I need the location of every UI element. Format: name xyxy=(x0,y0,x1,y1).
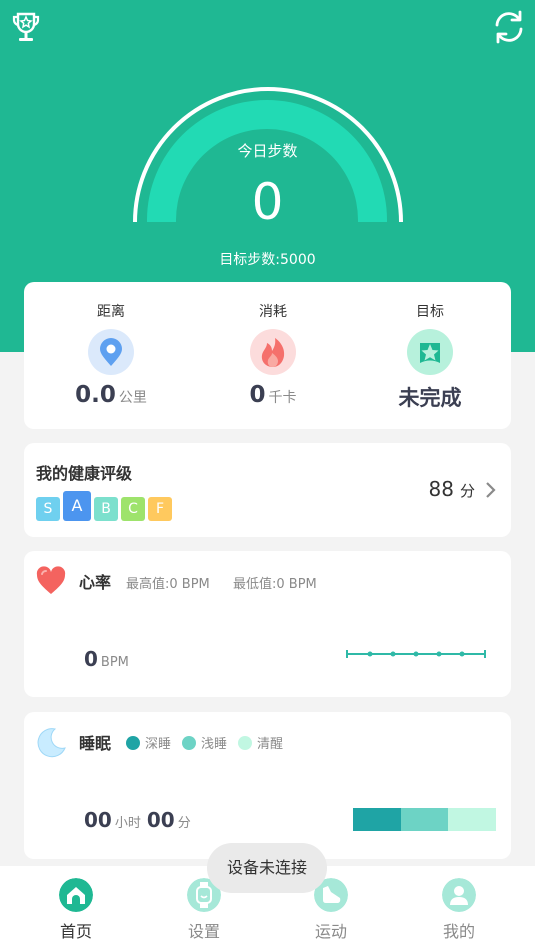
legend-dot xyxy=(238,736,252,750)
health-score-unit: 分 xyxy=(459,482,475,500)
stats-card: 距离 0.0 公里 消耗 0 千卡 目标 未完成 xyxy=(24,282,511,429)
tab-label: 设置 xyxy=(187,922,220,941)
stat-value: 未完成 xyxy=(398,386,462,410)
moon-icon xyxy=(37,728,66,758)
stat-label: 距离 xyxy=(97,304,125,320)
heart-rate-card[interactable]: 心率 最高值:0 BPM 最低值:0 BPM 0 BPM xyxy=(24,551,511,697)
heart-rate-min: 最低值:0 BPM xyxy=(233,577,317,592)
legend-label: 浅睡 xyxy=(201,737,228,752)
stat-value: 0.0 xyxy=(75,382,116,408)
heart-rate-max: 最高值:0 BPM xyxy=(126,577,210,592)
sleep-minutes: 00 xyxy=(146,808,175,832)
sleep-duration: 00 小时 00 分 xyxy=(84,808,197,832)
grade-a: A xyxy=(63,491,91,521)
grade-f: F xyxy=(148,497,172,521)
stat-value: 0 xyxy=(249,382,266,408)
sleep-bar-awake xyxy=(448,808,496,831)
today-steps-value: 0 xyxy=(251,173,284,231)
flame-icon xyxy=(250,329,296,375)
sleep-hours-unit: 小时 xyxy=(114,816,141,831)
health-rating-title: 我的健康评级 xyxy=(36,464,133,483)
legend-deep: 深睡 xyxy=(126,733,171,752)
health-score-value: 88 xyxy=(428,477,454,501)
stat-label: 消耗 xyxy=(259,304,287,320)
stat-label: 目标 xyxy=(416,304,444,320)
legend-dot xyxy=(182,736,196,750)
sleep-card[interactable]: 睡眠 深睡 浅睡 清醒 00 小时 00 分 xyxy=(24,712,511,859)
tab-mine[interactable]: 我的 xyxy=(394,866,524,951)
location-pin-icon xyxy=(88,329,134,375)
chevron-right-icon xyxy=(486,482,496,498)
user-icon xyxy=(442,878,476,912)
sleep-title: 睡眠 xyxy=(79,734,112,753)
tab-label: 我的 xyxy=(442,922,475,941)
tab-label: 首页 xyxy=(59,922,92,941)
heart-rate-sparkline xyxy=(346,650,486,658)
legend-label: 深睡 xyxy=(145,737,172,752)
health-score: 88 分 xyxy=(429,477,475,501)
legend-dot xyxy=(126,736,140,750)
star-badge-icon xyxy=(407,329,453,375)
sleep-bar-light xyxy=(401,808,448,831)
grade-s: S xyxy=(36,497,60,521)
tab-home[interactable]: 首页 xyxy=(11,866,141,951)
home-icon xyxy=(59,878,93,912)
stat-unit: 千卡 xyxy=(268,390,297,406)
sleep-minutes-unit: 分 xyxy=(177,816,191,831)
sleep-bar-deep xyxy=(353,808,401,831)
heart-rate-title: 心率 xyxy=(79,573,112,592)
stat-unit: 公里 xyxy=(118,390,147,406)
heart-rate-value: 0 BPM xyxy=(84,647,129,671)
grade-b: B xyxy=(94,497,118,521)
toast-message: 设备未连接 xyxy=(207,843,327,893)
heart-rate-number: 0 xyxy=(84,647,98,671)
legend-label: 清醒 xyxy=(257,737,284,752)
today-steps-label: 今日步数 xyxy=(237,142,298,160)
legend-light: 浅睡 xyxy=(182,733,227,752)
heart-icon xyxy=(36,566,66,594)
grade-c: C xyxy=(121,497,145,521)
heart-rate-unit: BPM xyxy=(100,655,129,670)
legend-awake: 清醒 xyxy=(238,733,283,752)
sleep-bar xyxy=(353,808,496,831)
goal-steps: 目标步数:5000 xyxy=(219,252,316,268)
health-rating-card[interactable]: 我的健康评级 S A B C F 88 分 xyxy=(24,443,511,537)
sleep-hours: 00 xyxy=(84,808,112,832)
tab-label: 运动 xyxy=(314,922,347,941)
